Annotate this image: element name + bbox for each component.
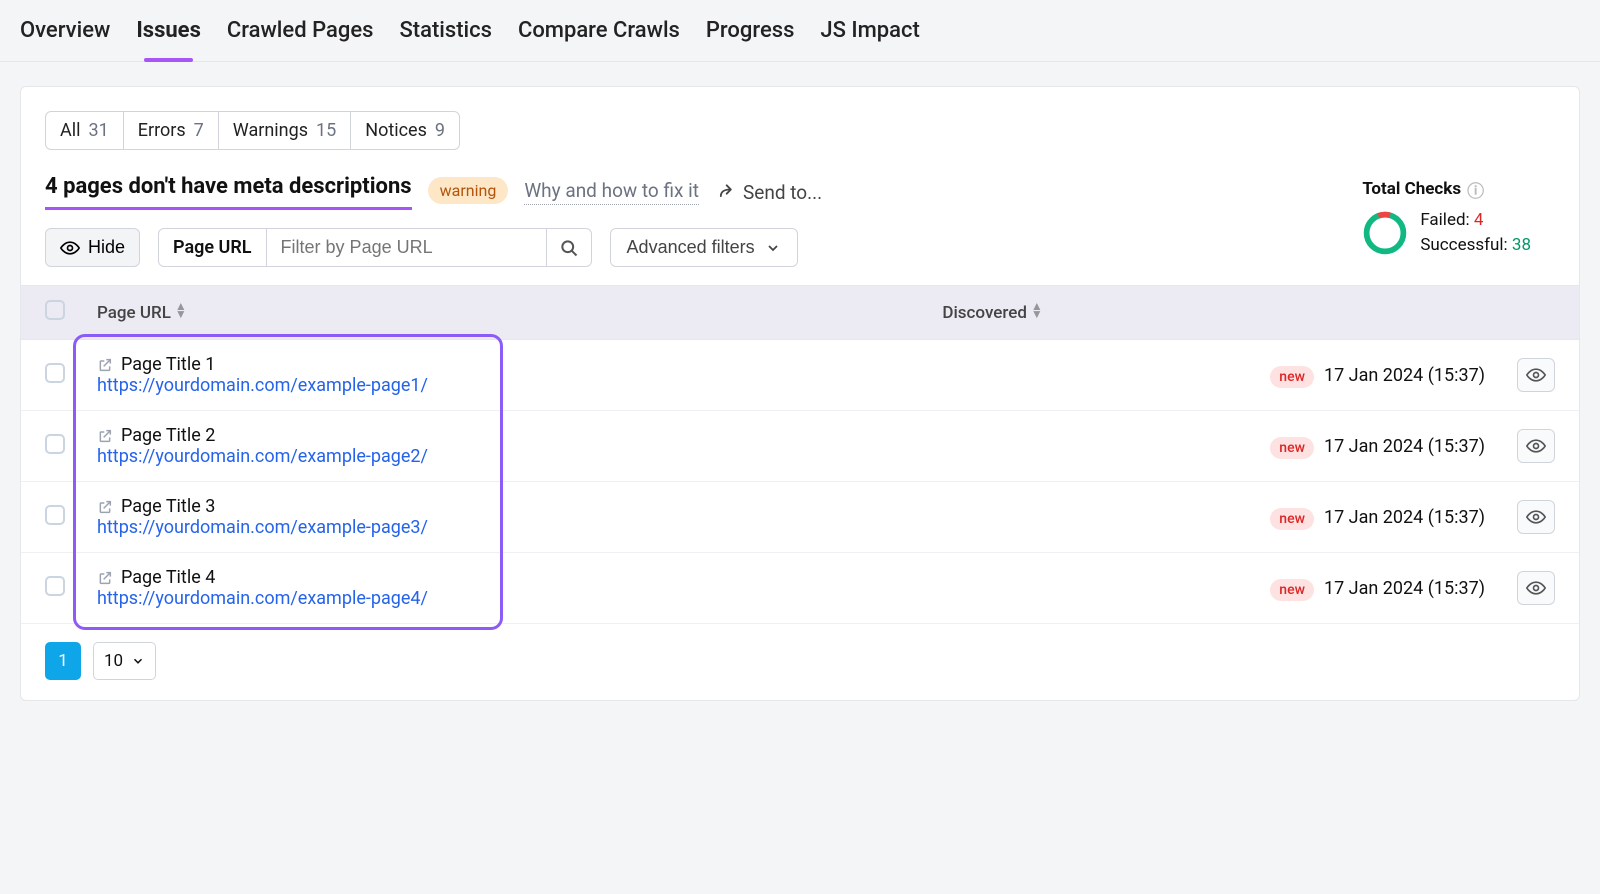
page-size-value: 10 xyxy=(104,651,123,671)
page-title: Page Title 2 xyxy=(121,425,215,446)
table-row: Page Title 4https://yourdomain.com/examp… xyxy=(21,553,1579,624)
segment-count: 7 xyxy=(194,120,204,141)
row-checkbox[interactable] xyxy=(45,363,65,383)
col-discovered[interactable]: Discovered▲▼ xyxy=(926,286,1501,340)
discovered-date: 17 Jan 2024 (15:37) xyxy=(1324,578,1485,599)
segment-count: 9 xyxy=(435,120,445,141)
segment-notices[interactable]: Notices 9 xyxy=(350,111,460,150)
discovered-date: 17 Jan 2024 (15:37) xyxy=(1324,365,1485,386)
eye-icon xyxy=(1526,436,1546,456)
page-size-select[interactable]: 10 xyxy=(93,642,156,680)
info-icon[interactable]: ⓘ xyxy=(1467,177,1484,202)
page-url-link[interactable]: https://yourdomain.com/example-page1/ xyxy=(97,375,910,396)
sort-icon: ▲▼ xyxy=(1031,303,1043,317)
discovered-date: 17 Jan 2024 (15:37) xyxy=(1324,507,1485,528)
hide-label: Hide xyxy=(88,237,125,258)
row-checkbox[interactable] xyxy=(45,505,65,525)
page-url-link[interactable]: https://yourdomain.com/example-page4/ xyxy=(97,588,910,609)
row-checkbox[interactable] xyxy=(45,434,65,454)
success-count: 38 xyxy=(1512,235,1531,255)
search-icon xyxy=(559,238,579,258)
segment-count: 31 xyxy=(89,120,109,141)
results-table: Page URL▲▼ Discovered▲▼ Page Title 1http… xyxy=(21,285,1579,624)
page-title: Page Title 1 xyxy=(121,354,215,375)
table-row: Page Title 2https://yourdomain.com/examp… xyxy=(21,411,1579,482)
eye-icon xyxy=(1526,507,1546,527)
view-button[interactable] xyxy=(1517,429,1555,463)
page-url-link[interactable]: https://yourdomain.com/example-page3/ xyxy=(97,517,910,538)
total-checks-panel: Total Checks ⓘ Failed: 4 Successful: 38 xyxy=(1362,177,1531,259)
failed-label: Failed: xyxy=(1420,210,1469,230)
eye-icon xyxy=(60,238,80,258)
hide-button[interactable]: Hide xyxy=(45,228,140,267)
sort-icon: ▲▼ xyxy=(175,303,187,317)
send-to-label: Send to... xyxy=(743,181,822,204)
tab-crawled-pages[interactable]: Crawled Pages xyxy=(227,18,374,61)
table-row: Page Title 1https://yourdomain.com/examp… xyxy=(21,340,1579,411)
external-link-icon[interactable] xyxy=(97,428,113,444)
page-title: Page Title 4 xyxy=(121,567,215,588)
issue-title: 4 pages don't have meta descriptions xyxy=(45,174,412,210)
segment-errors[interactable]: Errors 7 xyxy=(123,111,219,150)
advanced-filters-label: Advanced filters xyxy=(627,237,755,258)
external-link-icon[interactable] xyxy=(97,570,113,586)
discovered-date: 17 Jan 2024 (15:37) xyxy=(1324,436,1485,457)
share-arrow-icon xyxy=(715,182,735,202)
issues-card: All 31 Errors 7 Warnings 15 Notices 9 4 pages d… xyxy=(20,86,1580,701)
total-checks-title: Total Checks xyxy=(1362,179,1461,199)
segment-label: Notices xyxy=(365,120,427,141)
segment-warnings[interactable]: Warnings 15 xyxy=(218,111,351,150)
new-badge: new xyxy=(1270,579,1314,601)
external-link-icon[interactable] xyxy=(97,499,113,515)
segment-label: All xyxy=(60,120,81,141)
view-button[interactable] xyxy=(1517,358,1555,392)
tab-js-impact[interactable]: JS Impact xyxy=(820,18,919,61)
tab-compare-crawls[interactable]: Compare Crawls xyxy=(518,18,680,61)
success-label: Successful: xyxy=(1420,235,1507,255)
send-to-button[interactable]: Send to... xyxy=(715,181,822,204)
tab-issues[interactable]: Issues xyxy=(136,18,201,61)
select-all-checkbox[interactable] xyxy=(45,300,65,320)
page-number-current[interactable]: 1 xyxy=(45,642,81,680)
eye-icon xyxy=(1526,365,1546,385)
new-badge: new xyxy=(1270,437,1314,459)
advanced-filters-button[interactable]: Advanced filters xyxy=(610,228,798,267)
top-nav: Overview Issues Crawled Pages Statistics Com… xyxy=(0,0,1600,62)
segment-label: Errors xyxy=(138,120,186,141)
external-link-icon[interactable] xyxy=(97,357,113,373)
segment-label: Warnings xyxy=(233,120,308,141)
table-row: Page Title 3https://yourdomain.com/examp… xyxy=(21,482,1579,553)
progress-ring-icon xyxy=(1362,210,1408,256)
page-url-link[interactable]: https://yourdomain.com/example-page2/ xyxy=(97,446,910,467)
chevron-down-icon xyxy=(765,240,781,256)
tab-overview[interactable]: Overview xyxy=(20,18,110,61)
tab-progress[interactable]: Progress xyxy=(706,18,795,61)
filter-input[interactable] xyxy=(267,228,547,267)
tab-statistics[interactable]: Statistics xyxy=(399,18,492,61)
issue-type-segments: All 31 Errors 7 Warnings 15 Notices 9 xyxy=(45,111,1555,150)
segment-count: 15 xyxy=(316,120,336,141)
new-badge: new xyxy=(1270,366,1314,388)
view-button[interactable] xyxy=(1517,500,1555,534)
chevron-down-icon xyxy=(131,654,145,668)
segment-all[interactable]: All 31 xyxy=(45,111,124,150)
search-button[interactable] xyxy=(547,228,592,267)
row-checkbox[interactable] xyxy=(45,576,65,596)
failed-count: 4 xyxy=(1474,210,1484,230)
new-badge: new xyxy=(1270,508,1314,530)
page-title: Page Title 3 xyxy=(121,496,215,517)
warning-badge: warning xyxy=(428,177,509,204)
help-link[interactable]: Why and how to fix it xyxy=(524,179,699,205)
eye-icon xyxy=(1526,578,1546,598)
filter-field-label[interactable]: Page URL xyxy=(158,228,267,267)
col-page-url[interactable]: Page URL▲▼ xyxy=(81,286,926,340)
view-button[interactable] xyxy=(1517,571,1555,605)
